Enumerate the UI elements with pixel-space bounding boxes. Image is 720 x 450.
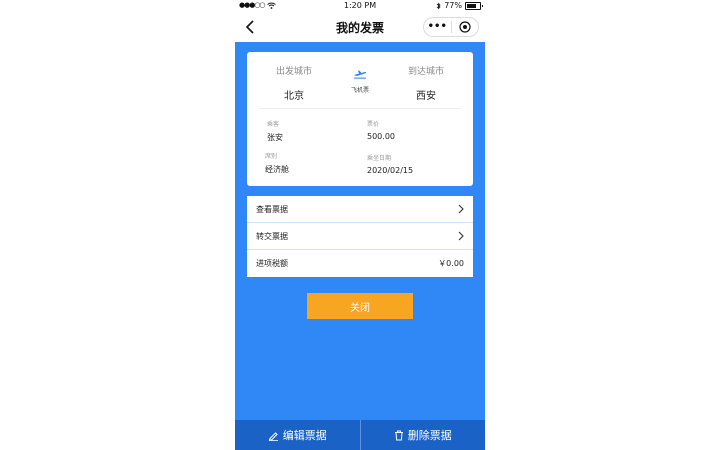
input-tax-amount: ￥0.00 xyxy=(438,259,464,268)
edit-receipt-label: 编辑票据 xyxy=(282,429,327,442)
chevron-left-icon xyxy=(245,20,254,34)
class-field: 席别 经济舱 xyxy=(265,151,289,175)
ticket-type-label: 飞机票 xyxy=(350,87,369,94)
chevron-right-icon xyxy=(458,204,464,214)
price-field: 票价 500.00 xyxy=(367,119,395,141)
menu-card: 查看票据 转交票据 进项税额 ￥0.00 xyxy=(247,196,473,277)
menu-item-label: 转交票据 xyxy=(256,231,288,241)
date-value: 2020/02/15 xyxy=(367,166,414,175)
price-value: 500.00 xyxy=(367,132,395,141)
depart-label: 出发城市 xyxy=(275,67,312,77)
menu-item-label: 查看票据 xyxy=(256,204,288,214)
airplane-icon xyxy=(354,70,367,79)
more-button[interactable]: ••• xyxy=(424,18,451,36)
ticket-card: 出发城市 北京 飞机票 到达城市 西安 乘客 张安 票价 500.00 席别 经… xyxy=(247,52,473,186)
menu-item-label: 进项税额 xyxy=(256,259,288,268)
battery-icon xyxy=(465,1,483,10)
card-divider xyxy=(259,108,461,109)
close-miniprogram-button[interactable] xyxy=(452,21,479,33)
depart-city: 北京 xyxy=(284,91,304,102)
status-bar: ●●●○○ 1:20 PM 77% xyxy=(235,0,485,12)
arrive-column: 到达城市 西安 xyxy=(391,64,461,102)
depart-column: 出发城市 北京 xyxy=(259,64,329,102)
delete-receipt-button[interactable]: 删除票据 xyxy=(361,420,486,450)
pencil-icon xyxy=(268,431,278,441)
trash-icon xyxy=(394,430,403,440)
close-button[interactable]: 关闭 xyxy=(307,293,413,319)
chevron-right-icon xyxy=(458,231,464,241)
delete-receipt-label: 删除票据 xyxy=(407,429,452,442)
passenger-field: 乘客 张安 xyxy=(267,119,283,143)
back-button[interactable] xyxy=(245,17,263,37)
passenger-value: 张安 xyxy=(267,133,283,142)
mini-program-capsule: ••• xyxy=(423,17,479,37)
status-right: 77% xyxy=(436,1,483,10)
bottom-action-bar: 编辑票据 删除票据 xyxy=(235,420,485,450)
battery-percent: 77% xyxy=(444,1,462,10)
bluetooth-icon xyxy=(436,2,441,9)
ticket-type: 飞机票 xyxy=(340,64,380,94)
date-label: 乘坐日期 xyxy=(367,155,392,162)
target-icon xyxy=(459,21,471,33)
passenger-label: 乘客 xyxy=(267,121,280,128)
class-label: 席别 xyxy=(265,153,278,160)
edit-receipt-button[interactable]: 编辑票据 xyxy=(235,420,360,450)
main-content: 出发城市 北京 飞机票 到达城市 西安 乘客 张安 票价 500.00 席别 经… xyxy=(235,42,485,420)
menu-item-input-tax: 进项税额 ￥0.00 xyxy=(247,250,473,277)
nav-bar: 我的发票 ••• xyxy=(235,12,485,42)
menu-item-view-receipt[interactable]: 查看票据 xyxy=(247,196,473,223)
class-value: 经济舱 xyxy=(265,165,289,174)
price-label: 票价 xyxy=(367,121,380,128)
date-field: 乘坐日期 2020/02/15 xyxy=(367,153,413,175)
page-title: 我的发票 xyxy=(335,20,384,35)
arrive-city: 西安 xyxy=(416,91,436,102)
arrive-label: 到达城市 xyxy=(407,67,444,77)
phone-screen: ●●●○○ 1:20 PM 77% 我的发票 ••• 出发城市 北京 飞机票 到… xyxy=(235,0,485,450)
menu-item-transfer-receipt[interactable]: 转交票据 xyxy=(247,223,473,250)
